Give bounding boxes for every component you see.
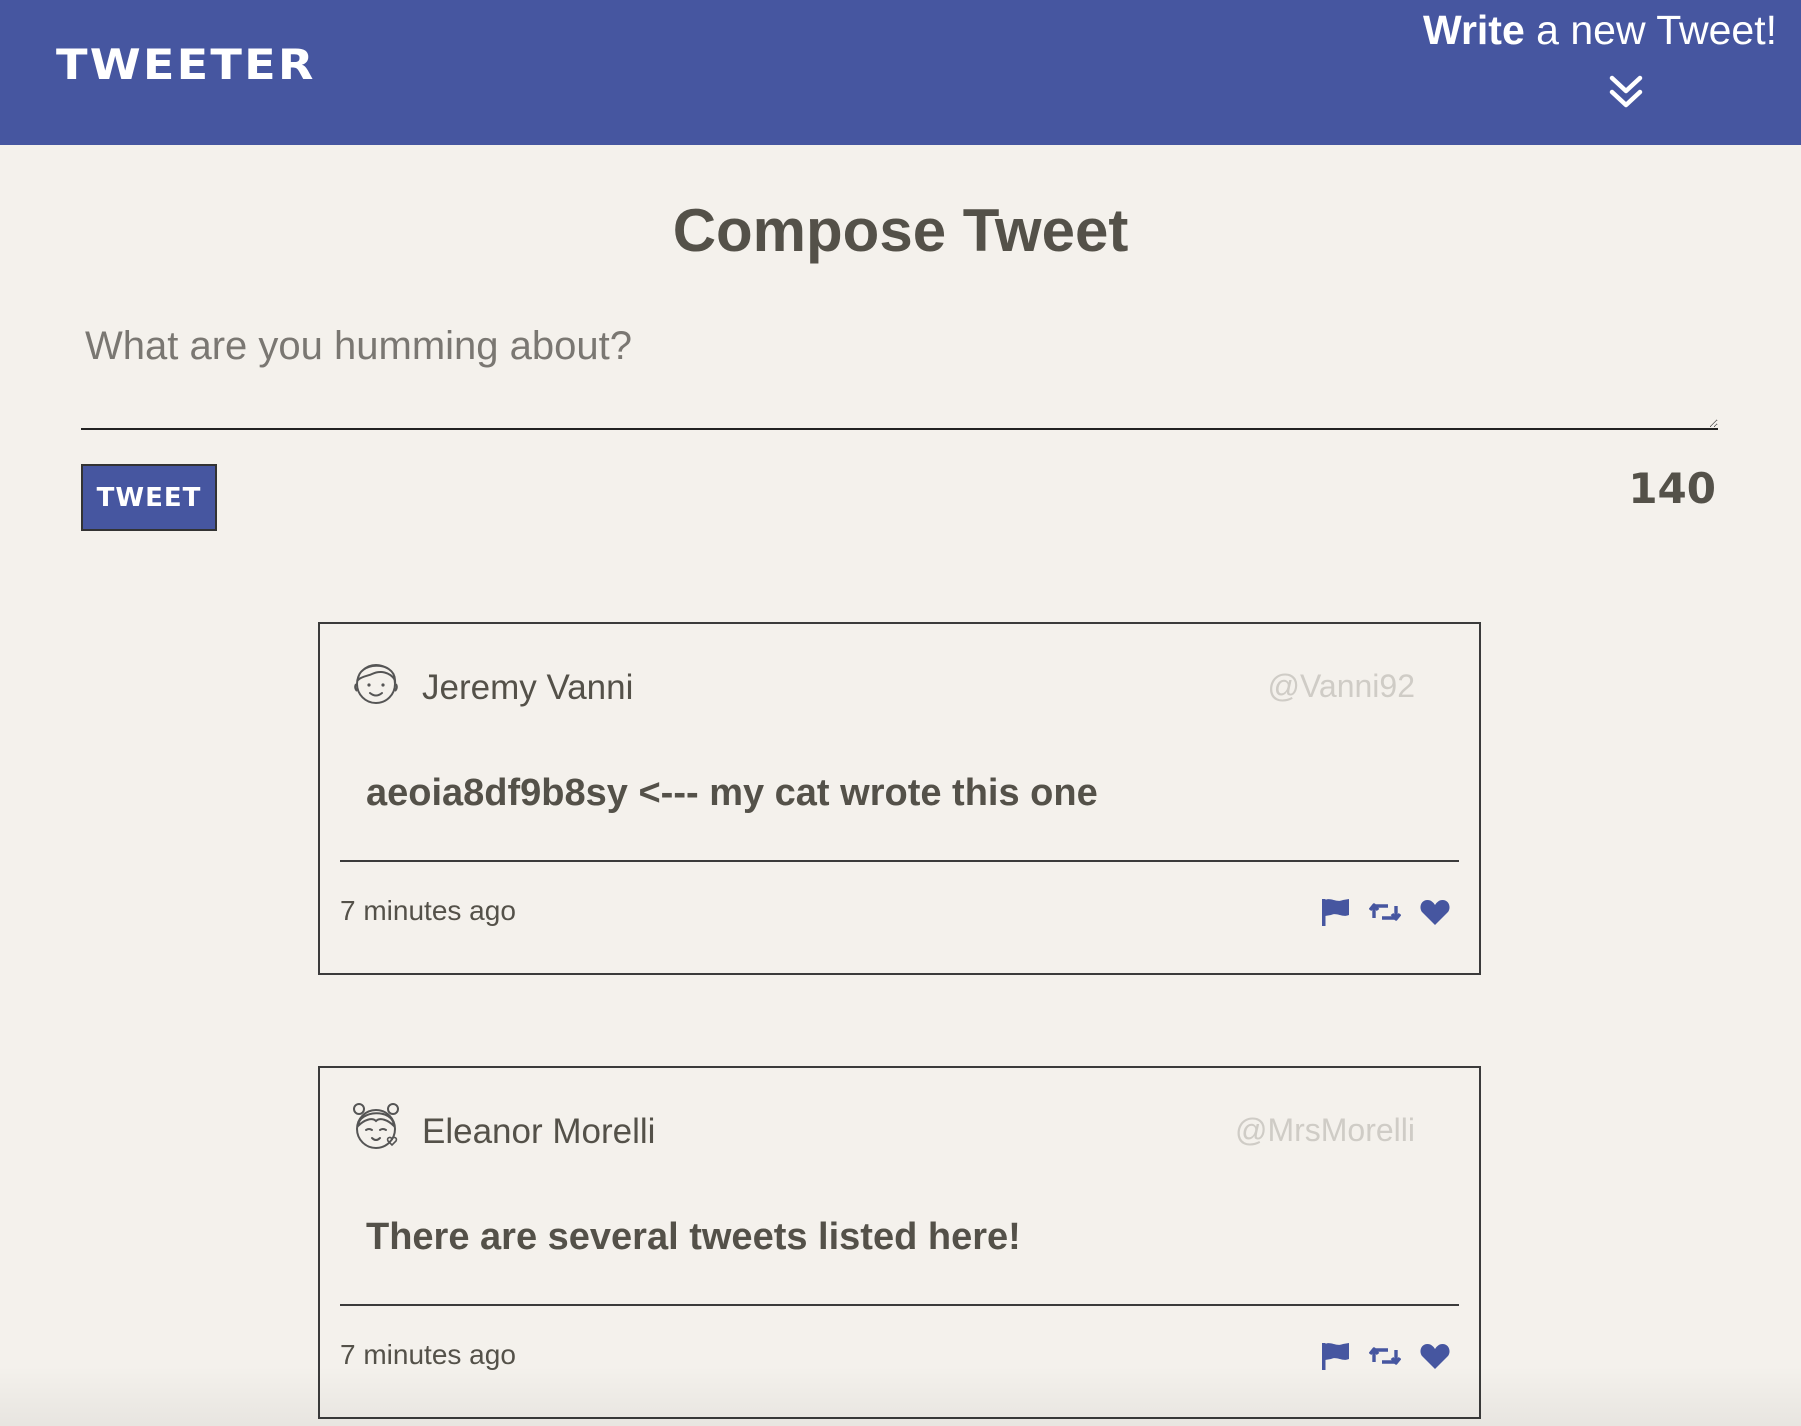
write-new-tweet-label: Write a new Tweet! xyxy=(1423,6,1777,55)
flag-icon[interactable] xyxy=(1319,896,1351,928)
tweet-author-handle: @Vanni92 xyxy=(1267,668,1415,704)
tweet-actions xyxy=(1319,894,1451,930)
tweet-submit-button[interactable]: TWEET xyxy=(81,464,217,531)
tweet-content: There are several tweets listed here! xyxy=(366,1216,1021,1258)
tweet-actions xyxy=(1319,1338,1451,1374)
tweet-divider xyxy=(340,860,1459,862)
character-counter: 140 xyxy=(1628,464,1716,513)
heart-icon[interactable] xyxy=(1419,896,1451,928)
tweet-divider xyxy=(340,1304,1459,1306)
tweet-card: Eleanor Morelli @MrsMorelli There are se… xyxy=(318,1066,1481,1419)
write-bold-text: Write xyxy=(1423,7,1525,53)
retweet-icon[interactable] xyxy=(1369,1340,1401,1372)
write-rest-text: a new Tweet! xyxy=(1524,7,1777,53)
brand-logo[interactable]: TWEETER xyxy=(56,44,316,86)
tweet-author-name: Eleanor Morelli xyxy=(422,1112,656,1151)
write-new-tweet-toggle[interactable]: Write a new Tweet! xyxy=(1423,6,1777,118)
compose-title: Compose Tweet xyxy=(672,197,1129,264)
flag-icon[interactable] xyxy=(1319,1340,1351,1372)
tweet-card: Jeremy Vanni @Vanni92 aeoia8df9b8sy <---… xyxy=(318,622,1481,975)
tweet-timestamp: 7 minutes ago xyxy=(340,895,516,926)
tweet-author-name: Jeremy Vanni xyxy=(422,668,634,707)
tweet-timestamp: 7 minutes ago xyxy=(340,1339,516,1370)
retweet-icon[interactable] xyxy=(1369,896,1401,928)
boy-avatar-icon xyxy=(350,654,402,710)
top-nav: TWEETER Write a new Tweet! xyxy=(0,0,1801,145)
tweet-content: aeoia8df9b8sy <--- my cat wrote this one xyxy=(366,772,1098,814)
double-chevron-down-icon[interactable] xyxy=(1606,72,1646,112)
tweet-textarea[interactable] xyxy=(81,312,1718,430)
tweet-author-handle: @MrsMorelli xyxy=(1234,1112,1415,1148)
heart-icon[interactable] xyxy=(1419,1340,1451,1372)
girl-avatar-icon xyxy=(350,1098,402,1154)
